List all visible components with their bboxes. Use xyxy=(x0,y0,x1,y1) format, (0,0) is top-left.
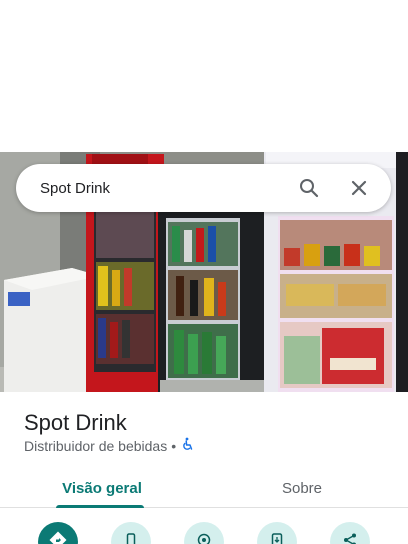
search-icon[interactable] xyxy=(291,170,327,206)
send-to-phone-button[interactable] xyxy=(257,522,297,544)
map-area[interactable] xyxy=(0,0,408,152)
search-input[interactable]: Spot Drink xyxy=(40,180,277,197)
tab-overview[interactable]: Visão geral xyxy=(0,468,204,508)
search-bar[interactable]: Spot Drink xyxy=(16,164,391,212)
save-icon xyxy=(196,532,212,544)
wheelchair-icon xyxy=(180,437,194,454)
close-icon[interactable] xyxy=(341,170,377,206)
tab-about[interactable]: Sobre xyxy=(204,468,400,508)
separator-dot: • xyxy=(171,437,177,454)
phone-icon xyxy=(123,532,139,544)
place-category-row: Distribuidor de bebidas • xyxy=(24,437,194,454)
share-button[interactable] xyxy=(330,522,370,544)
call-button[interactable] xyxy=(111,522,151,544)
place-category: Distribuidor de bebidas xyxy=(24,437,168,454)
action-row xyxy=(0,522,408,544)
directions-button[interactable] xyxy=(38,522,78,544)
place-title: Spot Drink xyxy=(24,410,127,435)
tab-bar: Visão geral Sobre xyxy=(0,468,408,508)
send-to-phone-icon xyxy=(269,532,285,544)
share-icon xyxy=(342,532,358,544)
save-button[interactable] xyxy=(184,522,224,544)
active-tab-indicator xyxy=(56,505,144,508)
directions-icon xyxy=(49,531,67,544)
